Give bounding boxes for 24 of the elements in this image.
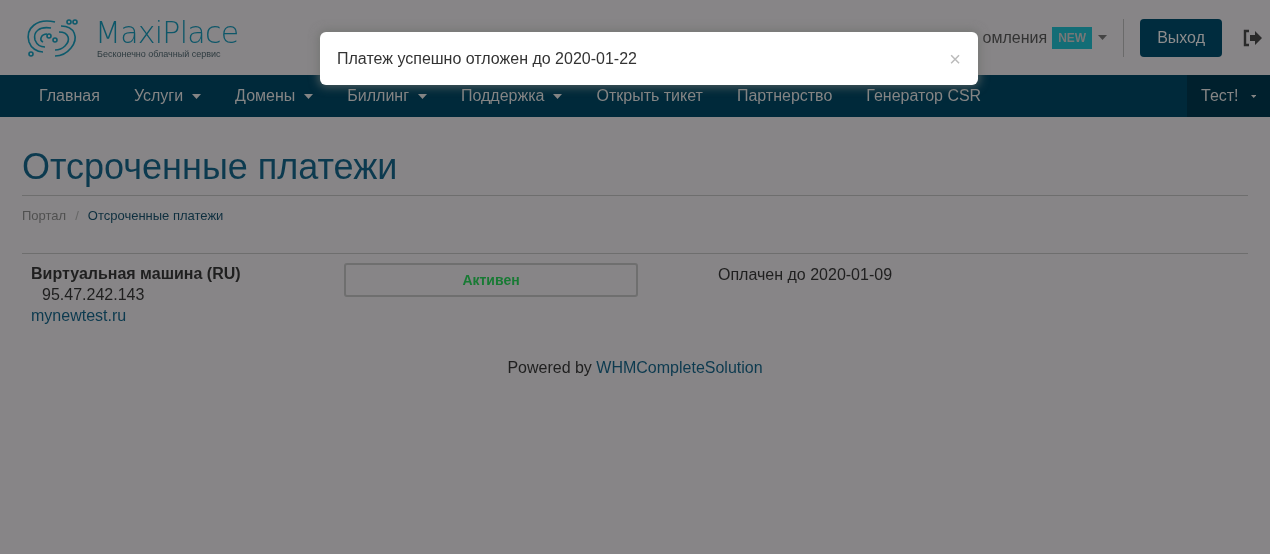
- nav-item[interactable]: Услуги: [116, 75, 219, 117]
- service-ip: 95.47.242.143: [41, 285, 146, 305]
- logout-icon[interactable]: [1242, 28, 1262, 47]
- caret-icon: [1098, 35, 1108, 40]
- nav-item[interactable]: Домены: [218, 75, 331, 117]
- paid-until: Оплачен до 2020-01-09: [718, 265, 893, 285]
- status-label: Активен: [344, 263, 638, 297]
- nav-item[interactable]: Биллинг: [330, 75, 444, 117]
- domain-link[interactable]: mynewtest.ru: [31, 305, 344, 326]
- footer-text: Powered by WHMCompleteSolution: [507, 358, 763, 378]
- page-title: Отсроченные платежи: [22, 117, 1248, 196]
- notifications-label[interactable]: омления: [982, 25, 1048, 50]
- account-menu[interactable]: Тест!: [1187, 75, 1270, 117]
- service-name: Виртуальная машина (RU): [31, 264, 242, 284]
- logo-name: MaxiPlace: [95, 16, 239, 49]
- breadcrumb-item: Отсроченные платежи: [87, 207, 224, 225]
- new-badge: NEW: [1052, 26, 1093, 49]
- logo-tagline: Бесконечно облачный сервис: [97, 48, 222, 59]
- breadcrumb-separator: /: [75, 207, 79, 225]
- toast-message: Платеж успешно отложен до 2020-01-22: [337, 48, 638, 69]
- nav-item[interactable]: Главная: [22, 75, 117, 117]
- nav-item[interactable]: Поддержка: [444, 75, 580, 117]
- footer-link[interactable]: WHMCompleteSolution: [596, 359, 763, 376]
- logout-button[interactable]: Выход: [1140, 18, 1222, 57]
